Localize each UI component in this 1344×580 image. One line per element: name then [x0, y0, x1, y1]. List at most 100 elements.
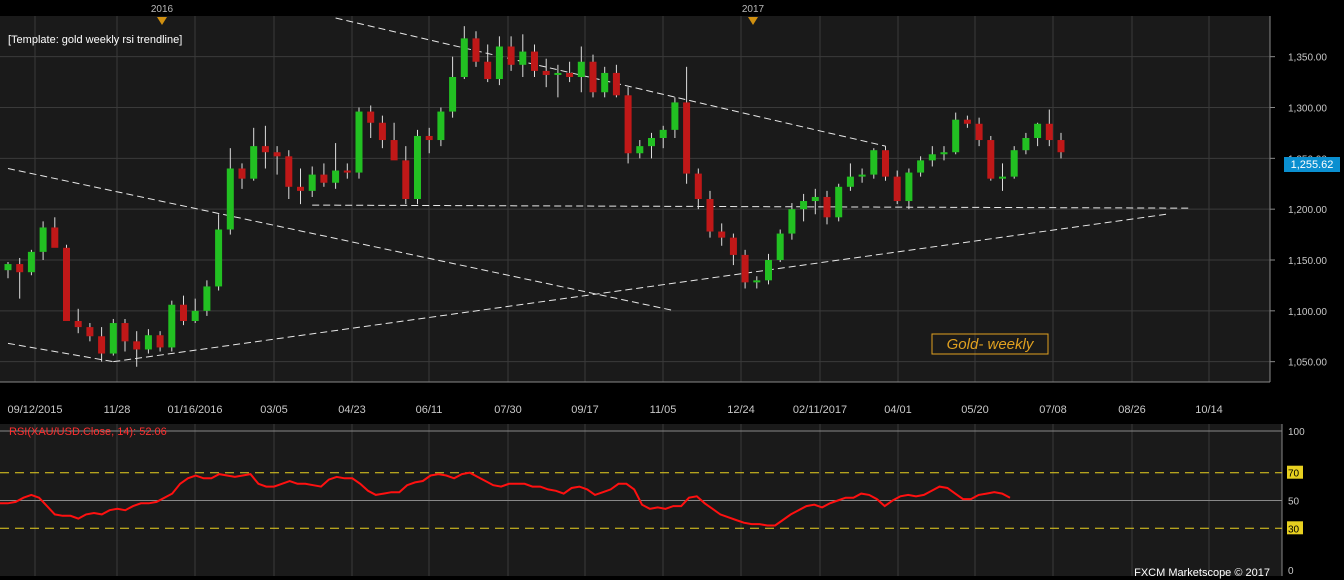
last-price-label: 1,255.62: [1291, 159, 1334, 171]
candle-body: [86, 327, 94, 337]
candle: [168, 300, 176, 352]
candle: [414, 129, 421, 205]
candle-body: [753, 280, 761, 283]
candle-body: [612, 72, 620, 96]
candle-body: [776, 233, 784, 260]
candle-body: [261, 146, 269, 153]
candle-body: [1057, 140, 1065, 153]
rsi-title: RSI(XAU/USD.Close, 14): 52.06: [9, 426, 167, 438]
time-tick-label: 06/11: [416, 404, 443, 416]
candle-body: [98, 336, 106, 354]
time-tick-label: 11/05: [650, 404, 677, 416]
candle-body: [238, 168, 246, 179]
candle-body: [320, 174, 328, 183]
candle-body: [273, 152, 281, 157]
candle: [882, 146, 889, 181]
candle-body: [16, 264, 24, 273]
candle-body: [203, 286, 211, 311]
rsi-axis: 100 70 50 30 0: [1287, 427, 1305, 577]
candle-body: [917, 160, 925, 173]
candle-body: [542, 70, 550, 75]
candle-body: [250, 146, 258, 179]
time-tick-label: 04/01: [884, 404, 912, 416]
time-tick-label: 11/28: [104, 404, 131, 416]
candle-body: [109, 323, 117, 354]
time-tick-label: 05/20: [961, 404, 989, 416]
candle-body: [788, 209, 796, 234]
candle-body: [121, 323, 129, 342]
candle-body: [952, 119, 960, 153]
candle-body: [729, 237, 737, 255]
candle-body: [63, 247, 70, 321]
candle-body: [893, 176, 901, 202]
candle-body: [870, 150, 878, 175]
candle-body: [180, 304, 187, 321]
candle-body: [449, 77, 457, 112]
candle-body: [718, 231, 726, 238]
candle-body: [694, 173, 702, 199]
rsi-tick-label: 50: [1288, 497, 1300, 508]
candle: [27, 249, 35, 276]
candle-body: [846, 176, 854, 187]
rsi-tick-label: 100: [1288, 427, 1305, 438]
candle-body: [1022, 138, 1030, 151]
candle-body: [191, 310, 199, 321]
candle-body: [531, 51, 538, 71]
candle-body: [414, 135, 421, 199]
candle-body: [343, 170, 351, 173]
candle-body: [144, 335, 152, 350]
footer-copyright: FXCM Marketscope © 2017: [1134, 567, 1270, 579]
time-tick-label: 01/16/2016: [167, 404, 222, 416]
candle: [1010, 146, 1018, 179]
candle-body: [765, 260, 772, 281]
candle-body: [472, 38, 480, 62]
candle-body: [425, 135, 433, 141]
candle-body: [1010, 150, 1018, 177]
candle-body: [835, 186, 843, 218]
year-label-2017: 2017: [742, 4, 765, 15]
candle-body: [495, 46, 503, 80]
candle-body: [332, 170, 340, 183]
candle-body: [706, 199, 714, 232]
candle-body: [882, 150, 889, 177]
candle-body: [624, 95, 632, 154]
time-tick-label: 04/23: [338, 404, 366, 416]
candle-body: [671, 102, 679, 130]
time-tick-label: 02/11/2017: [793, 404, 847, 416]
candle-body: [27, 251, 35, 273]
time-tick-label: 10/14: [1195, 404, 1223, 416]
candle-body: [437, 111, 445, 141]
time-tick-label: 09/12/2015: [7, 404, 62, 416]
candle-body: [905, 172, 913, 202]
candle-body: [823, 196, 831, 218]
candle-body: [484, 61, 492, 80]
candle-body: [507, 46, 515, 65]
candle-body: [636, 146, 644, 154]
candle: [355, 107, 363, 179]
rsi-tick-label: 70: [1288, 469, 1300, 480]
candle-body: [367, 111, 375, 123]
candle-body: [741, 254, 749, 283]
chart-watermark: Gold- weekly: [947, 336, 1035, 353]
rsi-tick-label: 30: [1288, 524, 1300, 535]
candle-body: [4, 264, 12, 271]
candle: [624, 87, 632, 164]
candle-body: [566, 72, 574, 77]
candle-body: [811, 196, 819, 202]
rsi-tick-label: 0: [1288, 566, 1294, 577]
time-tick-label: 07/30: [494, 404, 522, 416]
candle-body: [999, 176, 1006, 179]
candle: [870, 148, 878, 179]
candle-body: [460, 38, 468, 77]
year-label-2016: 2016: [151, 4, 174, 15]
candle: [109, 318, 117, 356]
candle-body: [51, 227, 59, 248]
candle-body: [858, 174, 866, 177]
price-chart[interactable]: 1,050.001,100.001,150.001,200.001,250.00…: [0, 0, 1344, 580]
candle-body: [39, 227, 47, 252]
candle-body: [800, 201, 808, 210]
candle-body: [355, 111, 363, 173]
candle-body: [297, 186, 304, 191]
candle-body: [519, 51, 527, 65]
candle-body: [589, 61, 597, 93]
